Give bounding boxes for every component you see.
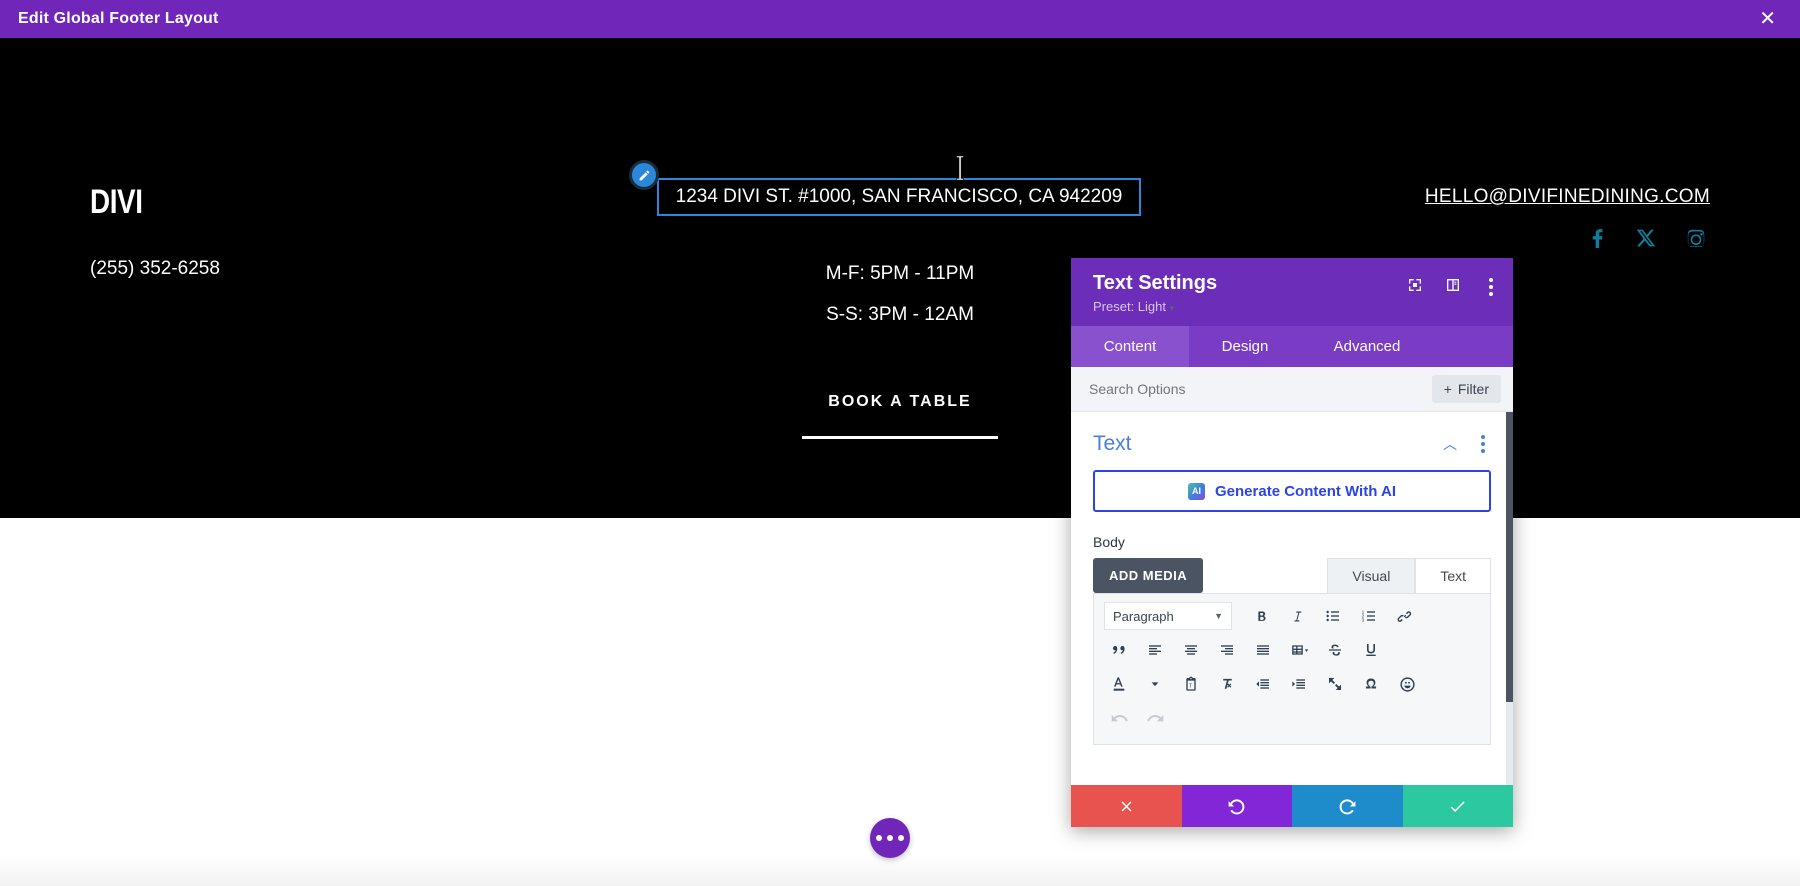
page-settings-button[interactable] [870,818,910,858]
page-title: Edit Global Footer Layout [18,10,219,27]
address-selection-outline[interactable]: 1234 DIVI ST. #1000, SAN FRANCISCO, CA 9… [657,178,1141,216]
undo-button[interactable] [1181,785,1292,827]
text-section-header: Text ︿ [1071,412,1513,470]
bullet-list-icon[interactable] [1318,602,1348,630]
tab-design[interactable]: Design [1189,326,1301,367]
blockquote-icon[interactable] [1104,636,1134,664]
modal-header: Text Settings Preset: Light ▾ [1071,258,1513,326]
text-settings-modal[interactable]: Text Settings Preset: Light ▾ Content De… [1071,258,1513,827]
search-bar: + Filter [1071,367,1513,412]
x-icon[interactable] [1636,228,1656,253]
align-right-icon[interactable] [1212,636,1242,664]
filter-button[interactable]: + Filter [1431,375,1501,403]
indent-icon[interactable] [1284,670,1314,698]
instagram-icon[interactable] [1686,228,1706,253]
expand-icon[interactable] [1407,277,1423,298]
book-a-table-label: BOOK A TABLE [828,393,972,410]
strikethrough-icon[interactable] [1320,636,1350,664]
preset-selector[interactable]: Preset: Light ▾ [1093,299,1493,314]
more-options-icon[interactable] [1475,433,1491,455]
tab-text[interactable]: Text [1415,558,1491,593]
filter-label: Filter [1457,381,1489,397]
toolbar-row-2 [1104,636,1480,664]
tab-advanced[interactable]: Advanced [1301,326,1433,367]
plus-icon: + [1443,381,1452,397]
italic-icon[interactable] [1282,602,1312,630]
section-actions: ︿ [1443,433,1491,455]
modal-header-actions [1407,276,1499,298]
chevron-up-icon[interactable]: ︿ [1443,434,1457,454]
modal-scrollbar[interactable] [1506,412,1513,785]
link-icon[interactable] [1390,602,1420,630]
text-color-icon[interactable] [1104,670,1134,698]
more-options-icon[interactable] [1483,276,1499,298]
footer-canvas: DIVI (255) 352-6258 1234 DIVI ST. #1000,… [0,38,1800,518]
align-justify-icon[interactable] [1248,636,1278,664]
body-field-label: Body [1093,534,1125,550]
emoji-icon[interactable] [1392,670,1422,698]
book-a-table-module[interactable]: BOOK A TABLE [0,393,1800,439]
special-character-icon[interactable] [1356,670,1386,698]
topbar-divider [0,38,1800,41]
redo-icon[interactable] [1140,704,1170,732]
section-title: Text [1093,432,1132,455]
align-center-icon[interactable] [1176,636,1206,664]
social-links [1589,228,1706,253]
address-module[interactable]: 1234 DIVI ST. #1000, SAN FRANCISCO, CA 9… [629,160,1141,216]
paragraph-format-label: Paragraph [1113,608,1174,624]
table-icon[interactable] [1284,636,1314,664]
ai-icon: AI [1188,482,1205,500]
numbered-list-icon[interactable]: 1 2 3 [1354,602,1384,630]
bold-icon[interactable] [1246,602,1276,630]
svg-text:T: T [1189,683,1193,689]
outdent-icon[interactable] [1248,670,1278,698]
add-media-button[interactable]: ADD MEDIA [1093,558,1204,593]
save-button[interactable] [1402,785,1513,827]
rich-text-toolbar: Paragraph ▼ 1 2 3 T [1093,593,1491,745]
tab-content[interactable]: Content [1071,326,1189,367]
chevron-down-icon[interactable] [1140,670,1170,698]
facebook-icon[interactable] [1589,228,1606,253]
footer-hours-weekend[interactable]: S-S: 3PM - 12AM [0,304,1800,326]
panel-layout-icon[interactable] [1445,277,1461,298]
toolbar-row-1: Paragraph ▼ 1 2 3 [1104,602,1480,630]
modal-footer-actions [1071,785,1513,827]
modal-tabs: Content Design Advanced [1071,326,1513,367]
footer-hours-weekday[interactable]: M-F: 5PM - 11PM [0,263,1800,285]
redo-button[interactable] [1292,785,1403,827]
discard-changes-button[interactable] [1071,785,1182,827]
editor-mode-tabs: Visual Text [1327,558,1491,593]
scrollbar-thumb[interactable] [1506,412,1513,702]
ellipsis-icon [876,835,882,841]
paste-as-text-icon[interactable]: T [1176,670,1206,698]
search-input[interactable] [1089,381,1349,397]
close-icon[interactable]: ✕ [1753,7,1782,31]
divi-builder-screen: DIVI (255) 352-6258 1234 DIVI ST. #1000,… [0,0,1800,886]
preset-label: Preset: Light [1093,299,1166,314]
toolbar-row-3: T [1104,670,1480,698]
divider [802,436,998,439]
editor-toolbar-top: ADD MEDIA Visual Text [1071,558,1513,593]
undo-icon[interactable] [1104,704,1134,732]
underline-icon[interactable] [1356,636,1386,664]
footer-email[interactable]: HELLO@DIVIFINEDINING.COM [1425,186,1710,208]
edit-pencil-icon[interactable] [629,160,659,190]
chevron-down-icon: ▼ [1214,611,1223,621]
svg-text:3: 3 [1362,617,1365,622]
modal-body: Text ︿ AI Generate Content With AI Body … [1071,412,1513,785]
toolbar-row-4 [1104,704,1480,732]
footer-logo[interactable]: DIVI [90,183,143,222]
paragraph-format-select[interactable]: Paragraph ▼ [1104,602,1232,630]
generate-content-with-ai-button[interactable]: AI Generate Content With AI [1093,470,1491,512]
address-text: 1234 DIVI ST. #1000, SAN FRANCISCO, CA 9… [675,186,1123,207]
ai-button-label: Generate Content With AI [1215,482,1396,500]
tab-visual[interactable]: Visual [1327,558,1416,593]
clear-formatting-icon[interactable] [1212,670,1242,698]
chevron-down-icon: ▾ [1169,303,1175,313]
builder-topbar: Edit Global Footer Layout ✕ [0,0,1800,41]
align-left-icon[interactable] [1140,636,1170,664]
fullscreen-icon[interactable] [1320,670,1350,698]
